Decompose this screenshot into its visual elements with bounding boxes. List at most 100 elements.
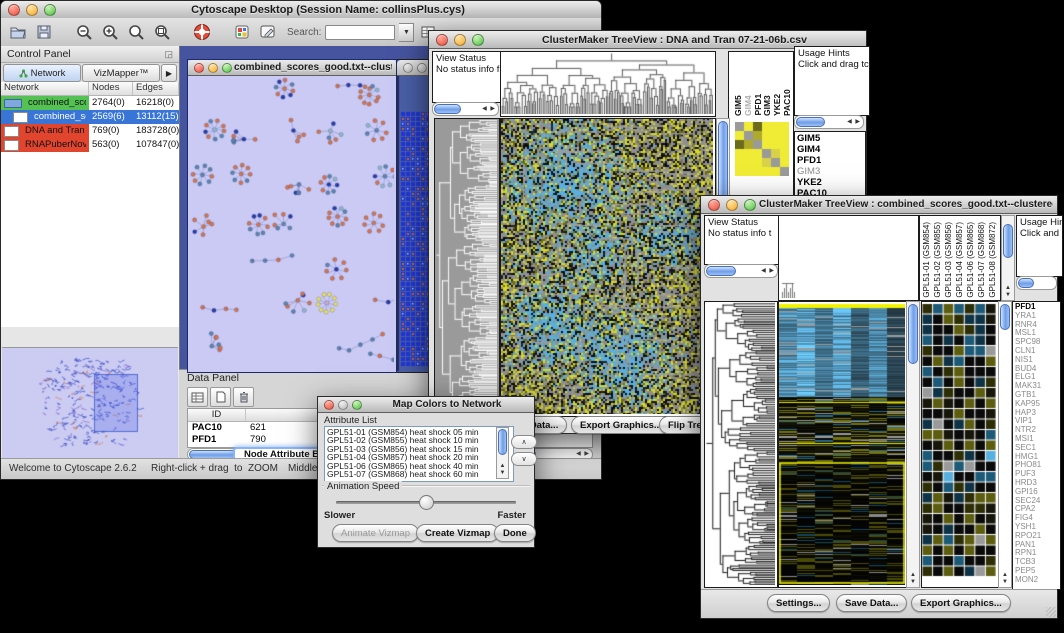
column-dendrogram-canvas[interactable] (501, 52, 713, 114)
scroll-thumb[interactable] (1000, 304, 1010, 330)
tv2-zoom-scrollbar[interactable]: ▲▼ (998, 301, 1012, 588)
zoom-button[interactable] (472, 34, 484, 46)
scroll-arrows[interactable]: ▲▼ (999, 572, 1011, 586)
tv2-export-graphics-button[interactable]: Export Graphics... (911, 594, 1011, 612)
network-list-row[interactable]: combined_sco2569(6)13112(15) (1, 110, 179, 124)
main-titlebar[interactable]: Cytoscape Desktop (Session Name: collins… (1, 1, 601, 19)
scroll-thumb[interactable] (498, 429, 507, 455)
scroll-arrows[interactable]: ◀ ▶ (576, 450, 590, 457)
tab-vizmapper[interactable]: VizMapper™ (82, 64, 160, 82)
scroll-thumb[interactable] (1003, 224, 1013, 258)
search-dropdown-button[interactable]: ▼ (399, 23, 414, 42)
scroll-thumb[interactable] (908, 304, 918, 364)
col-nodes[interactable]: Nodes (89, 82, 133, 95)
tv1-heatmap[interactable] (500, 118, 716, 417)
zoom-button[interactable] (352, 400, 362, 410)
close-button[interactable] (8, 4, 20, 16)
tv2-hints-scrollbar[interactable] (1016, 276, 1057, 290)
column-dendrogram-canvas[interactable] (779, 216, 916, 298)
minimize-button[interactable] (26, 4, 38, 16)
float-panel-icon[interactable]: ◲ (164, 49, 173, 60)
row-dendrogram-canvas[interactable] (435, 119, 497, 414)
vizmapper-icon[interactable] (231, 21, 253, 43)
tv2-heatmap-scrollbar[interactable]: ▲▼ (906, 301, 920, 588)
move-down-button[interactable]: ∨ (511, 452, 537, 466)
tv2-save-data-button[interactable]: Save Data... (836, 594, 907, 612)
gene-label[interactable]: PFD1 (797, 155, 863, 166)
resize-grip[interactable] (1046, 607, 1056, 617)
close-button[interactable] (403, 63, 413, 73)
network-list-row[interactable]: combined_scores2764(0)16218(0) (1, 96, 179, 110)
save-button[interactable] (33, 21, 55, 43)
annotation-icon[interactable] (257, 21, 279, 43)
gene-label[interactable]: YKE2 (797, 177, 863, 188)
tab-overflow-button[interactable]: ▶ (161, 64, 177, 82)
birdseye-view[interactable] (2, 347, 178, 458)
new-attribute-button[interactable] (210, 387, 231, 407)
gene-label[interactable]: GIM5 (797, 133, 863, 144)
scroll-thumb[interactable] (1018, 278, 1034, 288)
scroll-arrows[interactable]: ▲▼ (497, 463, 508, 477)
gene-label[interactable]: GIM4 (797, 144, 863, 155)
attribute-list-item[interactable]: GPL51-07 (GSM868) heat shock 60 min (327, 470, 511, 478)
attribute-listbox[interactable]: GPL51-01 (GSM854) heat shock 05 minGPL51… (324, 426, 514, 482)
zoom-selected-icon[interactable] (151, 21, 173, 43)
minimize-button[interactable] (338, 400, 348, 410)
zoom-in-icon[interactable] (99, 21, 121, 43)
col-id[interactable]: ID (188, 409, 246, 421)
tv2-status-scrollbar[interactable]: ◀ ▶ (704, 264, 778, 278)
col-network[interactable]: Network (1, 82, 89, 95)
tv2-labels-scrollbar[interactable]: ▲▼ (1001, 215, 1015, 301)
tv2-zoom-heatmap[interactable] (921, 301, 999, 588)
close-button[interactable] (324, 400, 334, 410)
tv1-status-scrollbar[interactable]: ◀ ▶ (432, 102, 499, 116)
gene-label[interactable]: GIM3 (797, 166, 863, 177)
close-button[interactable] (708, 199, 720, 211)
network-list-row[interactable]: DNA and Tran 07769(0)183728(0) (1, 124, 179, 138)
open-file-button[interactable] (7, 21, 29, 43)
close-button[interactable] (436, 34, 448, 46)
move-up-button[interactable]: ∧ (511, 435, 537, 449)
network-canvas[interactable] (188, 76, 394, 371)
delete-attribute-button[interactable] (233, 387, 254, 407)
tv2-gene-list[interactable]: PFD1YRA1RNR4MSL1SPC98CLN1NIS1BUD4ELG1MAK… (1012, 301, 1061, 590)
zoom-heatmap-canvas[interactable] (922, 302, 996, 585)
col-edges[interactable]: Edges (133, 82, 179, 95)
scroll-arrows[interactable]: ◀ ▶ (847, 118, 861, 125)
birdseye-canvas[interactable] (2, 348, 176, 456)
row-dendrogram-canvas[interactable] (705, 302, 775, 585)
tab-network[interactable]: Network (3, 64, 81, 82)
tv1-export-graphics-button[interactable]: Export Graphics... (571, 416, 671, 434)
minimize-button[interactable] (454, 34, 466, 46)
zoom-out-icon[interactable] (73, 21, 95, 43)
create-vizmap-button[interactable]: Create Vizmap (416, 524, 499, 542)
scroll-thumb[interactable] (434, 104, 461, 114)
gene-label[interactable]: MON2 (1015, 576, 1058, 585)
close-button[interactable] (194, 63, 204, 73)
heatmap-canvas[interactable] (779, 302, 905, 585)
cluster-matrix-canvas[interactable] (735, 122, 789, 176)
zoom-fit-icon[interactable] (125, 21, 147, 43)
done-button[interactable]: Done (494, 524, 536, 542)
scroll-thumb[interactable] (796, 117, 825, 127)
scroll-thumb[interactable] (706, 266, 736, 276)
animate-vizmap-button[interactable]: Animate Vizmap (332, 524, 419, 542)
table-mode-button[interactable] (187, 387, 208, 407)
scroll-arrows[interactable]: ▲▼ (1002, 285, 1014, 299)
zoom-button[interactable] (744, 199, 756, 211)
speed-slider-thumb[interactable] (419, 495, 434, 510)
tv1-column-dendrogram[interactable] (500, 51, 716, 117)
minimize-button[interactable] (417, 63, 427, 73)
heatmap-canvas[interactable] (501, 119, 713, 414)
minimize-button[interactable] (208, 63, 218, 73)
scroll-arrows[interactable]: ◀ ▶ (482, 105, 496, 112)
search-input[interactable] (325, 25, 395, 40)
scroll-arrows[interactable]: ◀ ▶ (761, 267, 775, 274)
minimize-button[interactable] (726, 199, 738, 211)
zoom-button[interactable] (44, 4, 56, 16)
network-window-titlebar[interactable]: combined_scores_good.txt--cluste... (188, 60, 396, 76)
tv1-hints-scrollbar[interactable]: ◀ ▶ (794, 115, 864, 129)
tv1-row-dendrogram[interactable] (434, 118, 500, 417)
network-list-row[interactable]: RNAPuberNov2+|563(0)107847(0) (1, 138, 179, 152)
scroll-arrows[interactable]: ▲▼ (907, 572, 919, 586)
